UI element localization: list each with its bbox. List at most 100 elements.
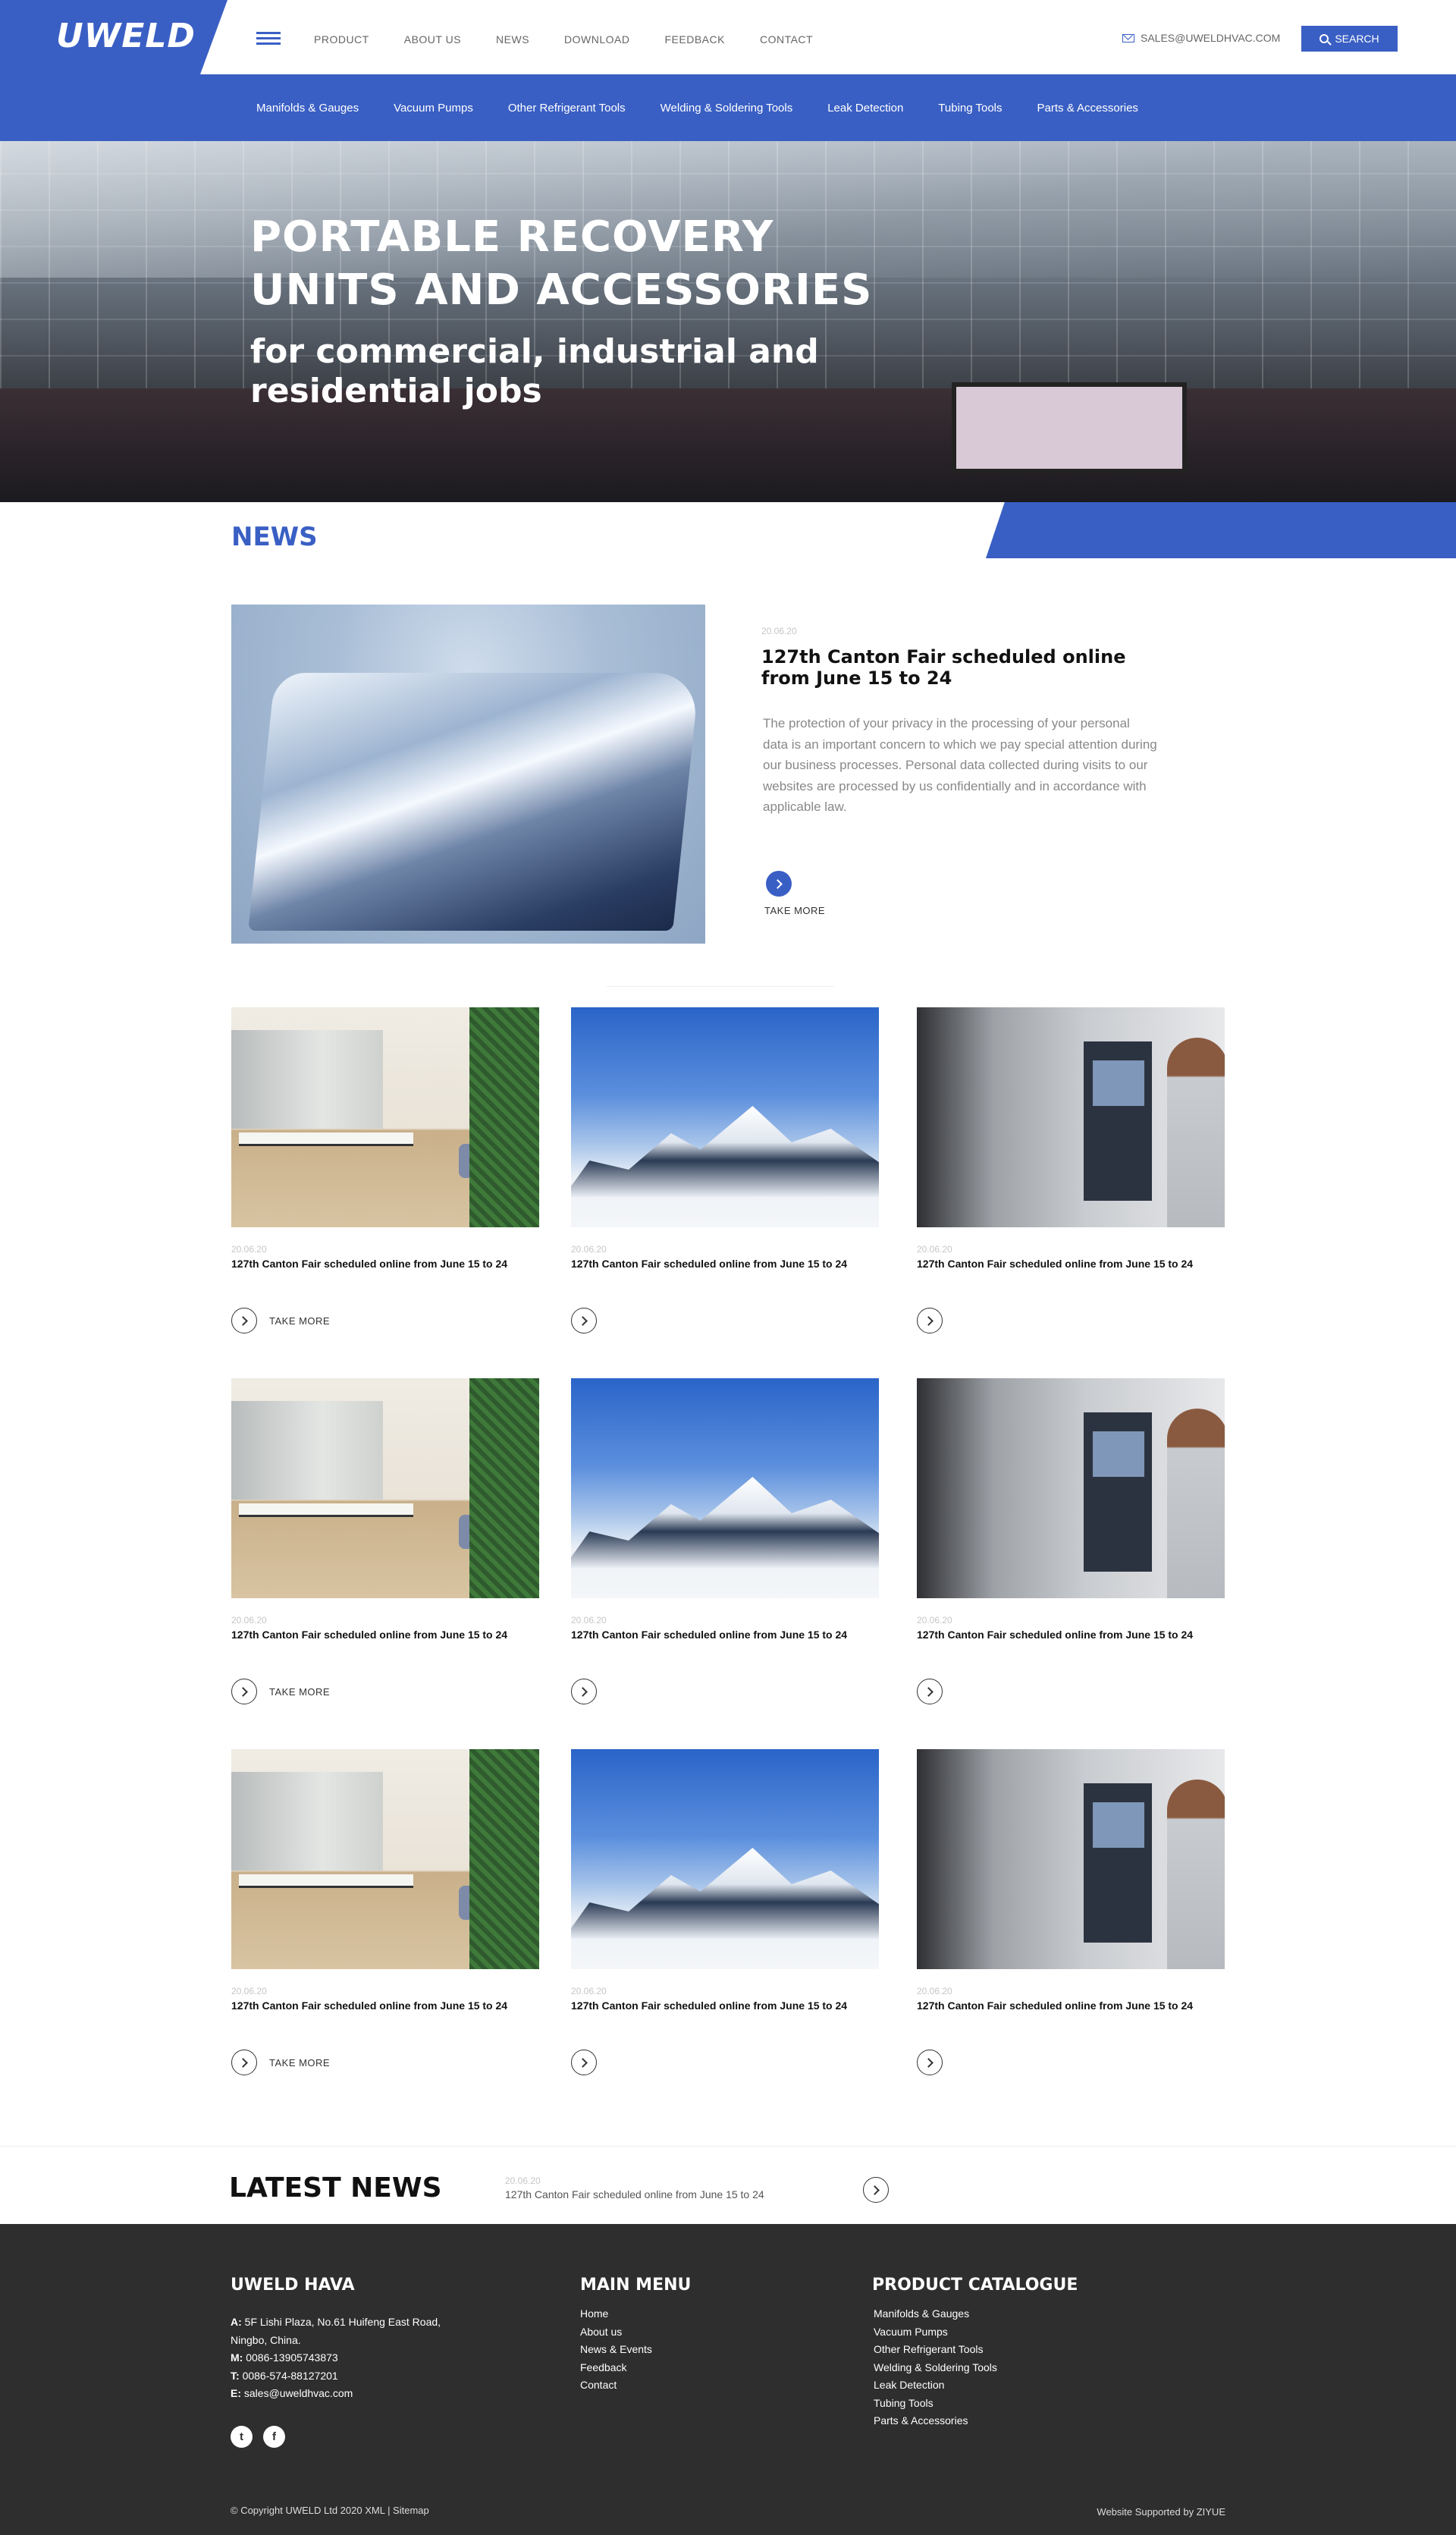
news-card: 20.06.20 127th Canton Fair scheduled onl… (571, 1378, 879, 1720)
nav-news[interactable]: NEWS (496, 33, 529, 46)
email-link[interactable]: SALES@UWELDHVAC.COM (1122, 32, 1280, 44)
featured-image[interactable] (231, 605, 705, 944)
card-image-machine[interactable] (917, 1378, 1225, 1598)
chevron-right-icon (578, 1686, 588, 1697)
footer-catalogue: Manifolds & Gauges Vacuum Pumps Other Re… (874, 2305, 997, 2430)
category-tubing-tools[interactable]: Tubing Tools (938, 102, 1002, 115)
card-more-button[interactable] (917, 2050, 943, 2075)
featured-take-more[interactable]: TAKE MORE (764, 905, 825, 916)
nav-product[interactable]: PRODUCT (314, 33, 369, 46)
featured-body: The protection of your privacy in the pr… (763, 716, 1157, 814)
footer-cat-tubing[interactable]: Tubing Tools (874, 2395, 997, 2413)
card-date: 20.06.20 (571, 1244, 607, 1255)
card-title[interactable]: 127th Canton Fair scheduled online from … (231, 1258, 539, 1271)
card-date: 20.06.20 (917, 1244, 952, 1255)
footer-cat-manifolds[interactable]: Manifolds & Gauges (874, 2305, 997, 2323)
card-image-snow[interactable] (571, 1378, 879, 1598)
footer-cat-parts[interactable]: Parts & Accessories (874, 2412, 997, 2430)
hero-subtitle: for commercial, industrial and residenti… (250, 332, 819, 410)
card-title[interactable]: 127th Canton Fair scheduled online from … (231, 1629, 539, 1641)
footer-cat-welding[interactable]: Welding & Soldering Tools (874, 2359, 997, 2377)
card-image-snow[interactable] (571, 1007, 879, 1227)
category-manifolds[interactable]: Manifolds & Gauges (256, 102, 359, 115)
card-image-office[interactable] (231, 1749, 539, 1969)
chevron-right-icon (578, 2057, 588, 2068)
card-title[interactable]: 127th Canton Fair scheduled online from … (571, 1999, 879, 2012)
menu-icon[interactable] (256, 32, 281, 46)
featured-title[interactable]: 127th Canton Fair scheduled online from … (761, 646, 1171, 689)
search-button[interactable]: SEARCH (1301, 26, 1398, 52)
nav-about-us[interactable]: ABOUT US (404, 33, 461, 46)
footer-cat-vacuum[interactable]: Vacuum Pumps (874, 2323, 997, 2342)
latest-news-next-button[interactable] (863, 2177, 889, 2203)
hero-title: PORTABLE RECOVERY UNITS AND ACCESSORIES (250, 212, 873, 315)
nav-contact[interactable]: CONTACT (760, 33, 813, 46)
divider (607, 986, 834, 987)
card-more-button[interactable] (231, 1679, 257, 1704)
chevron-right-icon (924, 1686, 934, 1697)
search-icon (1320, 34, 1329, 43)
news-card: 20.06.20 127th Canton Fair scheduled onl… (917, 1378, 1225, 1720)
hero-banner (0, 141, 1456, 502)
card-more-button[interactable] (231, 2050, 257, 2075)
card-image-office[interactable] (231, 1378, 539, 1598)
footer-cat-leak[interactable]: Leak Detection (874, 2376, 997, 2395)
logo[interactable]: UWELD (56, 17, 196, 55)
card-image-machine[interactable] (917, 1007, 1225, 1227)
nav-feedback[interactable]: FEEDBACK (665, 33, 725, 46)
footer-link-news[interactable]: News & Events (580, 2341, 652, 2359)
card-more-button[interactable] (571, 1679, 597, 1704)
card-date: 20.06.20 (571, 1615, 607, 1626)
footer-link-about[interactable]: About us (580, 2323, 652, 2342)
nav-download[interactable]: DOWNLOAD (564, 33, 629, 46)
footer-email[interactable]: sales@uweldhvac.com (244, 2387, 353, 2399)
news-card: 20.06.20 127th Canton Fair scheduled onl… (917, 1749, 1225, 2091)
footer: UWELD HAVA A: 5F Lishi Plaza, No.61 Huif… (0, 2224, 1456, 2535)
category-welding[interactable]: Welding & Soldering Tools (661, 102, 793, 115)
category-other-refrigerant[interactable]: Other Refrigerant Tools (508, 102, 626, 115)
card-title[interactable]: 127th Canton Fair scheduled online from … (231, 1999, 539, 2012)
card-more-button[interactable] (571, 1308, 597, 1333)
news-heading: NEWS (231, 522, 318, 552)
card-title[interactable]: 127th Canton Fair scheduled online from … (571, 1258, 879, 1271)
card-title[interactable]: 127th Canton Fair scheduled online from … (917, 1629, 1225, 1641)
footer-link-home[interactable]: Home (580, 2305, 652, 2323)
footer-cat-refrigerant[interactable]: Other Refrigerant Tools (874, 2341, 997, 2359)
chevron-right-icon (870, 2185, 880, 2195)
card-title[interactable]: 127th Canton Fair scheduled online from … (571, 1629, 879, 1641)
footer-link-contact[interactable]: Contact (580, 2376, 652, 2395)
news-card: 20.06.20 127th Canton Fair scheduled onl… (571, 1749, 879, 2091)
search-label: SEARCH (1335, 33, 1379, 45)
footer-contact-info: A: 5F Lishi Plaza, No.61 Huifeng East Ro… (231, 2316, 441, 2399)
card-take-more[interactable]: TAKE MORE (269, 2057, 330, 2069)
news-accent-band (986, 502, 1456, 558)
facebook-icon[interactable]: f (263, 2426, 285, 2448)
twitter-icon[interactable]: t (231, 2426, 253, 2448)
featured-more-button[interactable] (766, 871, 792, 897)
footer-link-feedback[interactable]: Feedback (580, 2359, 652, 2377)
divider (0, 2146, 1456, 2147)
card-image-office[interactable] (231, 1007, 539, 1227)
card-more-button[interactable] (231, 1308, 257, 1333)
chevron-right-icon (924, 2057, 934, 2068)
card-image-snow[interactable] (571, 1749, 879, 1969)
category-vacuum-pumps[interactable]: Vacuum Pumps (394, 102, 473, 115)
card-title[interactable]: 127th Canton Fair scheduled online from … (917, 1258, 1225, 1271)
supported-by[interactable]: Website Supported by ZIYUE (1097, 2506, 1225, 2518)
card-date: 20.06.20 (917, 1986, 952, 1996)
news-card: 20.06.20 127th Canton Fair scheduled onl… (571, 1007, 879, 1349)
category-leak-detection[interactable]: Leak Detection (827, 102, 903, 115)
card-image-machine[interactable] (917, 1749, 1225, 1969)
card-take-more[interactable]: TAKE MORE (269, 1315, 330, 1327)
card-take-more[interactable]: TAKE MORE (269, 1686, 330, 1698)
card-more-button[interactable] (917, 1308, 943, 1333)
latest-news-link[interactable]: 127th Canton Fair scheduled online from … (505, 2188, 764, 2200)
category-parts[interactable]: Parts & Accessories (1037, 102, 1138, 115)
card-title[interactable]: 127th Canton Fair scheduled online from … (917, 1999, 1225, 2012)
news-card: 20.06.20 127th Canton Fair scheduled onl… (917, 1007, 1225, 1349)
card-more-button[interactable] (917, 1679, 943, 1704)
chevron-right-icon (578, 1315, 588, 1326)
card-date: 20.06.20 (571, 1986, 607, 1996)
card-date: 20.06.20 (231, 1615, 267, 1626)
card-more-button[interactable] (571, 2050, 597, 2075)
